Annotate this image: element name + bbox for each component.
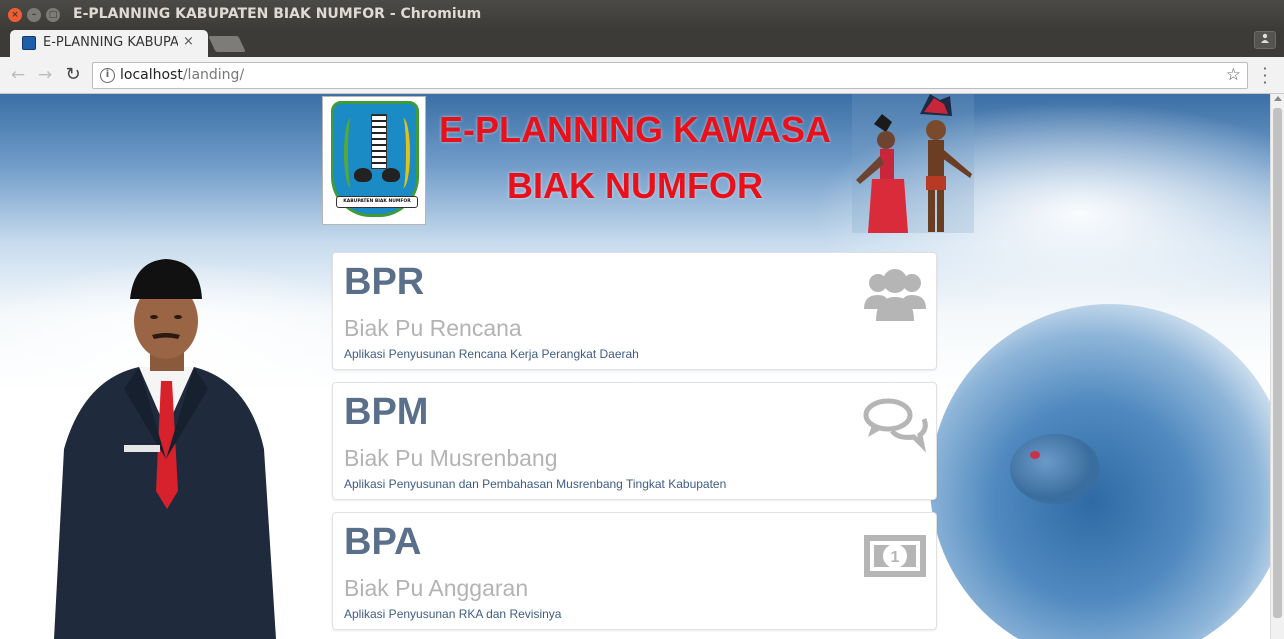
card-code: BPM [344,391,429,433]
window-minimize-button[interactable]: – [27,8,41,22]
card-description: Aplikasi Penyusunan Rencana Kerja Perang… [344,347,639,361]
back-arrow-icon[interactable]: ← [6,63,30,87]
page-scrollbar[interactable] [1270,94,1284,639]
comments-icon [863,398,928,453]
bird-head-image [1010,434,1100,504]
browser-toolbar: ← → ↻ i localhost/landing/ ☆ · · · [0,57,1284,94]
bird-eye-image [1030,451,1040,459]
card-name: Biak Pu Musrenbang [344,445,558,471]
page-viewport: KABUPATEN BIAK NUMFOR E-PLANNING KAWASA … [0,94,1270,639]
users-icon [864,269,926,321]
bookmark-star-icon[interactable]: ☆ [1226,65,1241,85]
bird-background-image [930,304,1270,639]
card-code: BPA [344,521,422,563]
window-close-button[interactable]: × [8,8,22,22]
header-title-line2: BIAK NUMFOR [507,165,763,206]
scroll-thumb[interactable] [1273,108,1282,618]
header-title: E-PLANNING KAWASA BIAK NUMFOR [420,102,850,214]
reload-icon[interactable]: ↻ [61,63,85,87]
dancers-image [852,94,974,233]
tab-strip: E-PLANNING KABUPATEN BIAK NUMFOR × [0,30,1284,57]
new-tab-button[interactable] [208,36,246,52]
profile-icon[interactable] [1254,31,1276,49]
scroll-up-arrow-icon[interactable] [1274,96,1282,101]
money-icon: 1 [864,535,926,577]
card-name: Biak Pu Rencana [344,315,522,341]
browser-menu-icon[interactable]: · · · [1259,61,1271,91]
card-description: Aplikasi Penyusunan dan Pembahasan Musre… [344,477,727,491]
window-titlebar: × – □ E-PLANNING KABUPATEN BIAK NUMFOR -… [0,0,1284,30]
header-title-line1: E-PLANNING KAWASA [438,109,831,150]
tab-title: E-PLANNING KABUPATEN BIAK NUMFOR [43,35,178,50]
app-card-bpr[interactable]: BPR Biak Pu Rencana Aplikasi Penyusunan … [332,252,937,370]
window-maximize-button[interactable]: □ [46,8,60,22]
logo-bird-right [382,168,400,182]
tab-close-icon[interactable]: × [183,34,194,49]
official-portrait-image [54,259,276,639]
app-card-bpa[interactable]: BPA Biak Pu Anggaran Aplikasi Penyusunan… [332,512,937,630]
card-description: Aplikasi Penyusunan RKA dan Revisinya [344,607,562,621]
address-bar[interactable]: i localhost/landing/ ☆ [92,62,1248,89]
card-name: Biak Pu Anggaran [344,575,529,601]
url-path: /landing/ [182,67,245,83]
url-text[interactable]: localhost/landing/ [120,67,244,83]
forward-arrow-icon[interactable]: → [33,63,57,87]
favicon-icon [22,36,36,50]
regency-logo: KABUPATEN BIAK NUMFOR [322,96,426,225]
url-host: localhost [120,67,183,83]
card-code: BPR [344,261,425,303]
logo-ribbon: KABUPATEN BIAK NUMFOR [336,196,418,208]
logo-bird-left [354,168,372,182]
money-icon-digit: 1 [891,549,900,566]
app-card-bpm[interactable]: BPM Biak Pu Musrenbang Aplikasi Penyusun… [332,382,937,500]
info-icon[interactable]: i [100,68,115,83]
logo-shield: KABUPATEN BIAK NUMFOR [331,101,419,217]
logo-tower [371,114,387,169]
window-title: E-PLANNING KABUPATEN BIAK NUMFOR - Chrom… [73,6,482,22]
tab-active[interactable]: E-PLANNING KABUPATEN BIAK NUMFOR × [10,30,208,57]
